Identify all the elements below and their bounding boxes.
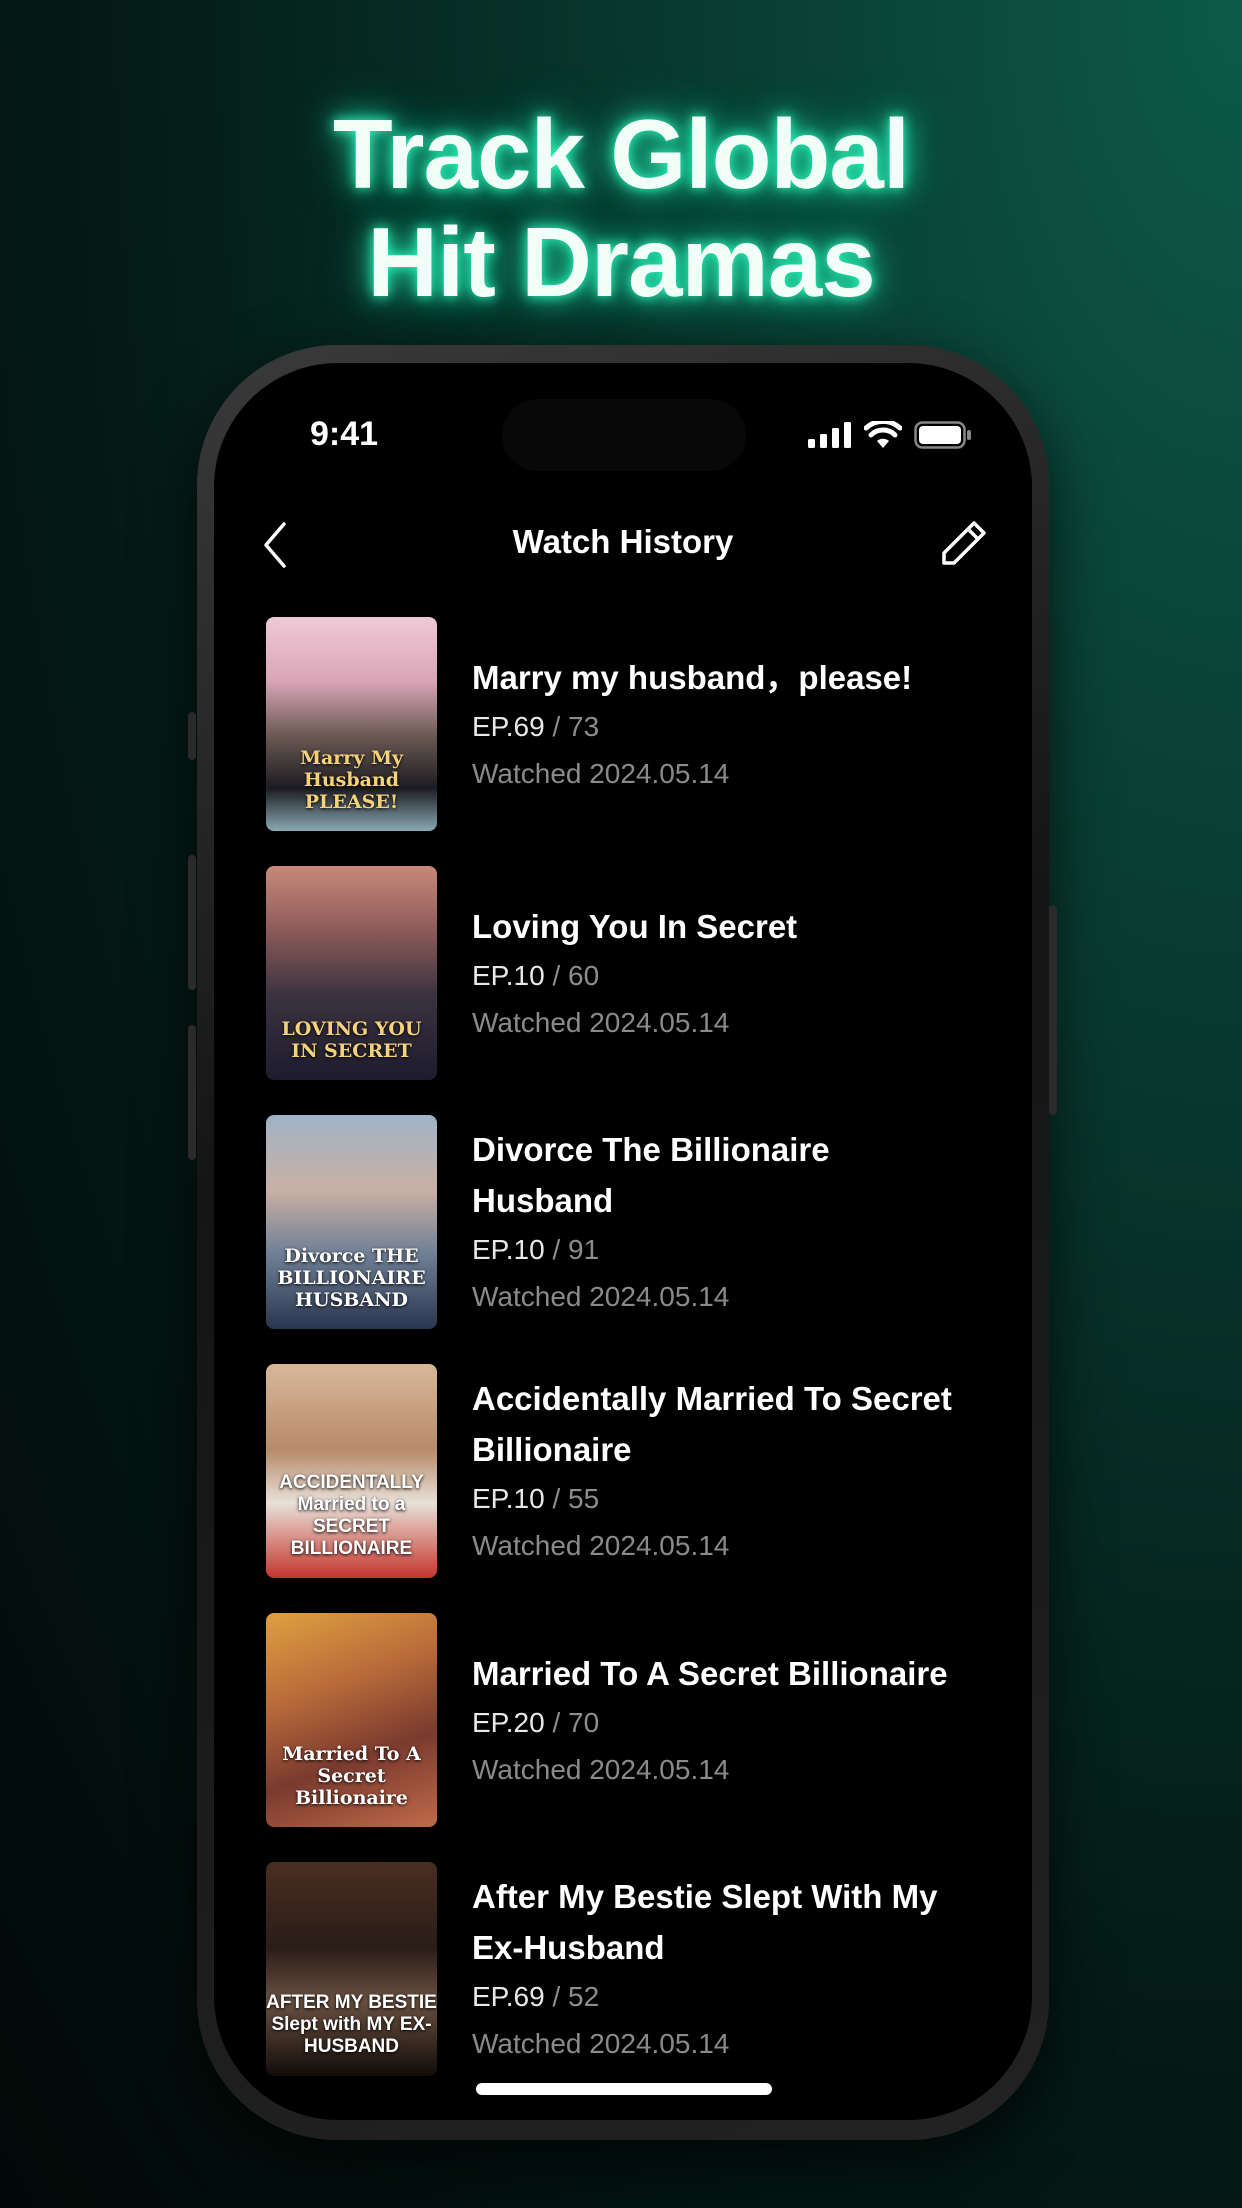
item-watched-date: Watched 2024.05.14: [472, 757, 730, 789]
poster-text: ACCIDENTALLY Married to a SECRET BILLION…: [279, 1472, 424, 1559]
headline-line-2: Hit Dramas: [367, 207, 875, 317]
watch-history-list: Marry My Husband PLEASE! Marry my husban…: [266, 617, 1006, 2111]
current-episode: EP.10: [472, 1234, 545, 1265]
total-episodes: / 52: [544, 1981, 600, 2012]
wifi-icon: [864, 421, 902, 448]
poster-text: Married To A Secret Billionaire: [282, 1743, 421, 1809]
total-episodes: / 60: [544, 959, 600, 991]
item-watched-date: Watched 2024.05.14: [472, 1753, 730, 1785]
edit-button[interactable]: [940, 519, 988, 572]
poster-text: Divorce THE BILLIONAIRE HUSBAND: [277, 1245, 426, 1311]
item-title: Accidentally Married To Secret Billionai…: [472, 1380, 952, 1468]
item-episode: EP.20 / 70: [472, 1699, 948, 1747]
poster-thumbnail[interactable]: ACCIDENTALLY Married to a SECRET BILLION…: [266, 1364, 437, 1578]
pencil-icon: [942, 521, 986, 565]
item-info: After My Bestie Slept With My Ex-Husband…: [472, 1871, 992, 2067]
current-episode: EP.69: [472, 1981, 545, 2012]
item-watched-date: Watched 2024.05.14: [472, 2028, 730, 2059]
item-info: Loving You In Secret EP.10 / 60 Watched …: [472, 901, 797, 1046]
item-watched-date: Watched 2024.05.14: [472, 1281, 730, 1312]
item-title: Loving You In Secret: [472, 907, 798, 945]
item-episode: EP.69 / 52: [472, 1973, 992, 2021]
phone-screen: 9:41 Watch History Marry My Husband PLEA…: [214, 363, 1032, 2120]
status-icons: [808, 421, 972, 449]
headline: Track Global Hit Dramas: [0, 100, 1242, 316]
poster-thumbnail[interactable]: LOVING YOU IN SECRET: [266, 866, 437, 1080]
current-episode: EP.10: [472, 959, 545, 991]
poster-text: Marry My Husband PLEASE!: [299, 747, 404, 813]
list-item[interactable]: Divorce THE BILLIONAIRE HUSBAND Divorce …: [266, 1115, 1006, 1329]
total-episodes: / 55: [544, 1483, 600, 1514]
phone-mute-switch: [188, 712, 196, 760]
poster-thumbnail[interactable]: Divorce THE BILLIONAIRE HUSBAND: [266, 1115, 437, 1329]
item-info: Accidentally Married To Secret Billionai…: [472, 1373, 1006, 1569]
item-watched-date: Watched 2024.05.14: [472, 1006, 730, 1038]
list-item[interactable]: AFTER MY BESTIE Slept with MY EX-HUSBAND…: [266, 1862, 1006, 2076]
item-episode: EP.10 / 91: [472, 1226, 892, 1274]
total-episodes: / 91: [544, 1234, 600, 1265]
item-info: Divorce The Billionaire Husband EP.10 / …: [472, 1124, 892, 1320]
total-episodes: / 73: [544, 710, 600, 742]
total-episodes: / 70: [544, 1706, 600, 1738]
poster-text: LOVING YOU IN SECRET: [281, 1018, 422, 1062]
phone-volume-up: [188, 855, 196, 990]
phone-volume-down: [188, 1025, 196, 1160]
list-item[interactable]: LOVING YOU IN SECRET Loving You In Secre…: [266, 866, 1006, 1080]
item-title: Marry my husband，please!: [472, 658, 913, 696]
home-indicator[interactable]: [476, 2083, 772, 2095]
poster-thumbnail[interactable]: AFTER MY BESTIE Slept with MY EX-HUSBAND: [266, 1862, 437, 2076]
dynamic-island: [502, 399, 746, 471]
item-watched-date: Watched 2024.05.14: [472, 1530, 730, 1561]
list-item[interactable]: Married To A Secret Billionaire Married …: [266, 1613, 1006, 1827]
item-title: After My Bestie Slept With My Ex-Husband: [472, 1878, 938, 1966]
item-info: Married To A Secret Billionaire EP.20 / …: [472, 1648, 948, 1793]
page-title: Watch History: [512, 523, 734, 560]
list-item[interactable]: ACCIDENTALLY Married to a SECRET BILLION…: [266, 1364, 1006, 1578]
poster-thumbnail[interactable]: Married To A Secret Billionaire: [266, 1613, 437, 1827]
headline-line-1: Track Global: [332, 99, 910, 209]
phone-power-button: [1049, 905, 1057, 1115]
current-episode: EP.69: [472, 710, 545, 742]
item-info: Marry my husband，please! EP.69 / 73 Watc…: [472, 652, 912, 797]
list-item[interactable]: Marry My Husband PLEASE! Marry my husban…: [266, 617, 1006, 831]
status-time: 9:41: [309, 415, 379, 453]
item-episode: EP.69 / 73: [472, 703, 912, 751]
battery-icon: [914, 421, 971, 449]
poster-text: AFTER MY BESTIE Slept with MY EX-HUSBAND: [266, 1992, 437, 2057]
item-episode: EP.10 / 60: [472, 952, 797, 1000]
item-title: Divorce The Billionaire Husband: [472, 1131, 830, 1219]
current-episode: EP.10: [472, 1483, 545, 1514]
item-title: Married To A Secret Billionaire: [472, 1654, 948, 1692]
current-episode: EP.20: [472, 1706, 545, 1738]
poster-thumbnail[interactable]: Marry My Husband PLEASE!: [266, 617, 437, 831]
item-episode: EP.10 / 55: [472, 1475, 1006, 1523]
signal-icon: [808, 422, 851, 448]
